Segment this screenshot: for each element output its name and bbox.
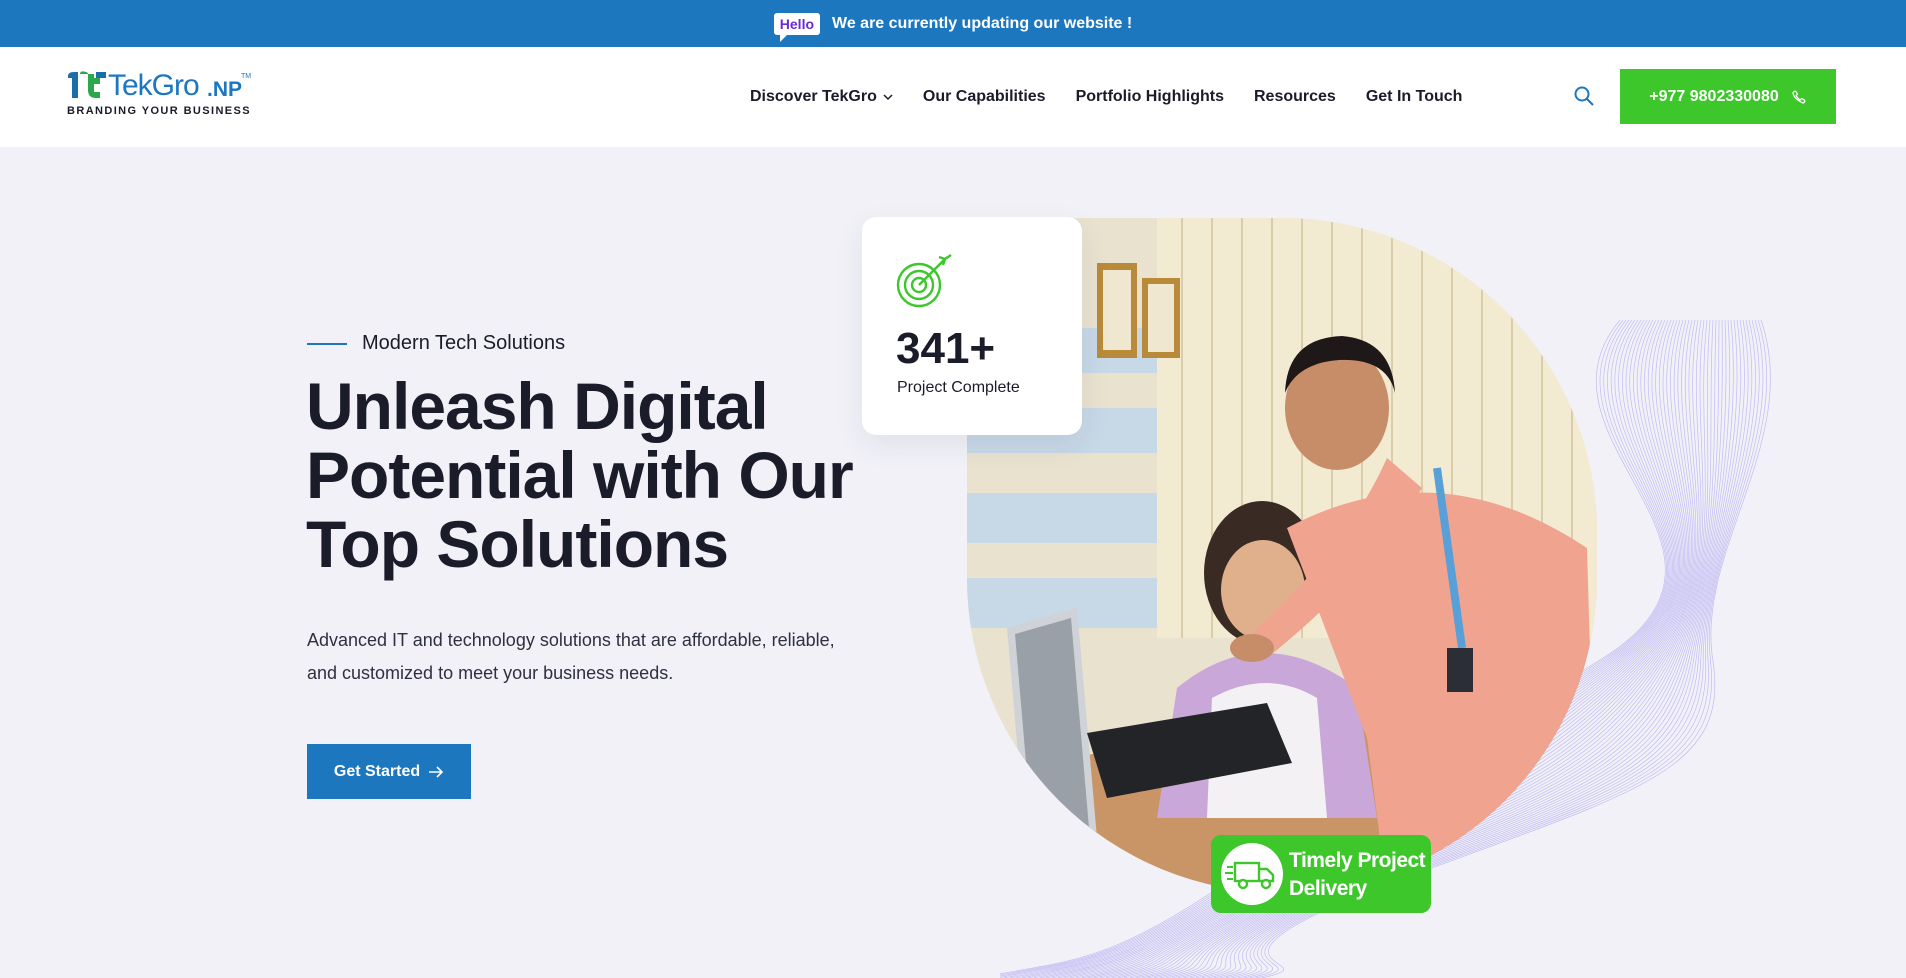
delivery-line-1: Timely Project [1289,849,1426,872]
target-icon [896,254,952,308]
nav-item-label: Our Capabilities [922,88,1046,105]
get-started-button[interactable]: Get Started [307,744,471,799]
search-icon[interactable] [1573,85,1595,107]
logo[interactable]: TekGro .NP TM BRANDING YOUR BUSINESS [66,69,256,120]
logo-tagline: BRANDING YOUR BUSINESS [67,105,252,117]
nav-item-label: Resources [1254,88,1336,105]
get-started-label: Get Started [333,762,421,780]
main-nav: Discover TekGro Our Capabilities Portfol… [750,47,1462,147]
site-header: TekGro .NP TM BRANDING YOUR BUSINESS Dis… [0,47,1906,147]
arrow-right-icon [429,765,444,778]
nav-item-portfolio-highlights[interactable]: Portfolio Highlights [1076,88,1224,106]
stat-label: Project Complete [897,379,1020,396]
hello-badge: Hello [773,12,821,42]
delivery-line-2: Delivery [1289,877,1367,900]
hero-title: Unleash Digital Potential with Our Top S… [306,369,854,581]
nav-item-get-in-touch[interactable]: Get In Touch [1366,88,1463,106]
logo-suffix: .NP [207,78,243,101]
logo-trademark: TM [241,73,252,80]
announcement-text: We are currently updating our website ! [832,14,1133,32]
hero-tagline: Modern Tech Solutions [362,332,566,354]
phone-number: +977 9802330080 [1649,87,1779,105]
nav-item-label: Portfolio Highlights [1075,88,1224,105]
phone-icon [1792,89,1806,104]
nav-item-discover-tekgro[interactable]: Discover TekGro [750,88,893,106]
chevron-down-icon [883,94,893,101]
nav-item-label: Discover TekGro [750,88,877,105]
tagline-accent-line [307,343,347,345]
nav-item-label: Get In Touch [1365,88,1463,105]
nav-item-our-capabilities[interactable]: Our Capabilities [923,88,1046,106]
logo-wordmark: TekGro [108,69,200,102]
timely-delivery-badge: Timely Project Delivery [1211,835,1431,913]
hero-description: Advanced IT and technology solutions tha… [307,630,835,683]
announcement-bar: Hello We are currently updating our webs… [0,0,1906,47]
delivery-truck-icon [1225,861,1275,890]
call-button[interactable]: +977 9802330080 [1620,69,1836,124]
stat-value: 341+ [896,324,996,373]
logo-mark-icon [68,71,106,98]
nav-item-resources[interactable]: Resources [1254,88,1336,106]
projects-stat-card: 341+ Project Complete [862,217,1082,435]
